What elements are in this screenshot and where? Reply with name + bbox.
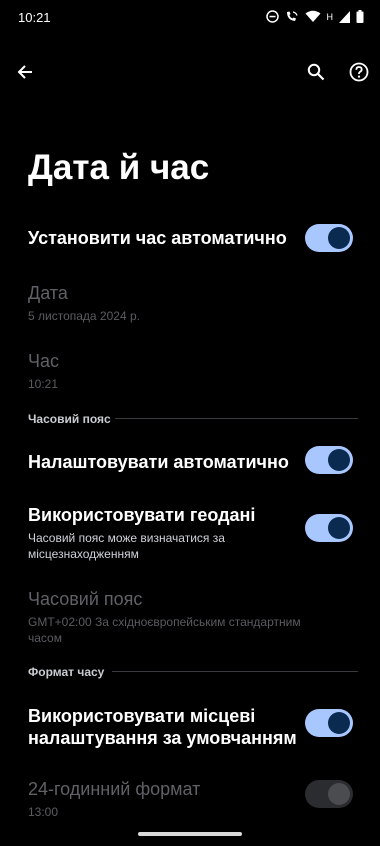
geo-label: Використовувати геодані xyxy=(28,505,256,525)
time-setting: Час 10:21 xyxy=(28,351,358,392)
date-label: Дата xyxy=(28,283,68,303)
locale-default-toggle[interactable] xyxy=(305,709,353,737)
date-value: 5 листопада 2024 р. xyxy=(28,309,140,323)
time-value: 10:21 xyxy=(28,377,59,391)
help-icon xyxy=(349,62,369,82)
auto-timezone-toggle[interactable] xyxy=(305,446,353,474)
timezone-setting: Часовий пояс GMT+02:00 За східноєвропейс… xyxy=(28,589,328,646)
status-icons: H xyxy=(265,10,365,23)
help-button[interactable] xyxy=(341,54,377,90)
timezone-value: GMT+02:00 За східноєвропейським стандарт… xyxy=(28,615,301,645)
geo-description: Часовий пояс може визначатися за місцезн… xyxy=(28,531,225,561)
arrow-back-icon xyxy=(17,65,32,79)
hour24-toggle xyxy=(305,780,353,808)
toggle-knob xyxy=(328,712,350,734)
toggle-knob xyxy=(328,449,350,471)
time-label: Час xyxy=(28,351,60,371)
wifi-calling-icon xyxy=(286,11,298,21)
date-setting: Дата 5 листопада 2024 р. xyxy=(28,283,358,324)
section-divider xyxy=(112,671,358,672)
page-title: Дата й час xyxy=(28,148,210,187)
status-bar: 10:21 H xyxy=(0,0,380,36)
hour24-value: 13:00 xyxy=(28,805,59,819)
locale-default-label: Використовувати місцеві налаштування за … xyxy=(28,706,297,748)
do-not-disturb-icon xyxy=(265,10,279,23)
status-time: 10:21 xyxy=(18,10,51,25)
home-indicator[interactable] xyxy=(138,832,242,836)
toggle-knob xyxy=(328,517,350,539)
back-button[interactable] xyxy=(7,54,43,90)
battery-icon xyxy=(356,10,364,23)
section-divider xyxy=(115,418,358,419)
timezone-label: Часовий пояс xyxy=(28,589,143,609)
geo-setting[interactable]: Використовувати геодані Часовий пояс мож… xyxy=(28,505,288,562)
signal-icon xyxy=(339,10,350,23)
timezone-section-header: Часовий пояс xyxy=(28,412,111,426)
wifi-icon xyxy=(305,10,320,22)
search-icon xyxy=(307,63,325,81)
locale-default-setting[interactable]: Використовувати місцеві налаштування за … xyxy=(28,705,298,749)
toggle-knob xyxy=(328,227,350,249)
search-button[interactable] xyxy=(298,54,334,90)
network-type-label: H xyxy=(326,11,334,22)
auto-time-toggle[interactable] xyxy=(305,224,353,252)
geo-toggle[interactable] xyxy=(305,514,353,542)
time-format-section-header: Формат часу xyxy=(28,665,105,679)
toolbar xyxy=(0,52,380,92)
toggle-knob xyxy=(328,783,350,805)
